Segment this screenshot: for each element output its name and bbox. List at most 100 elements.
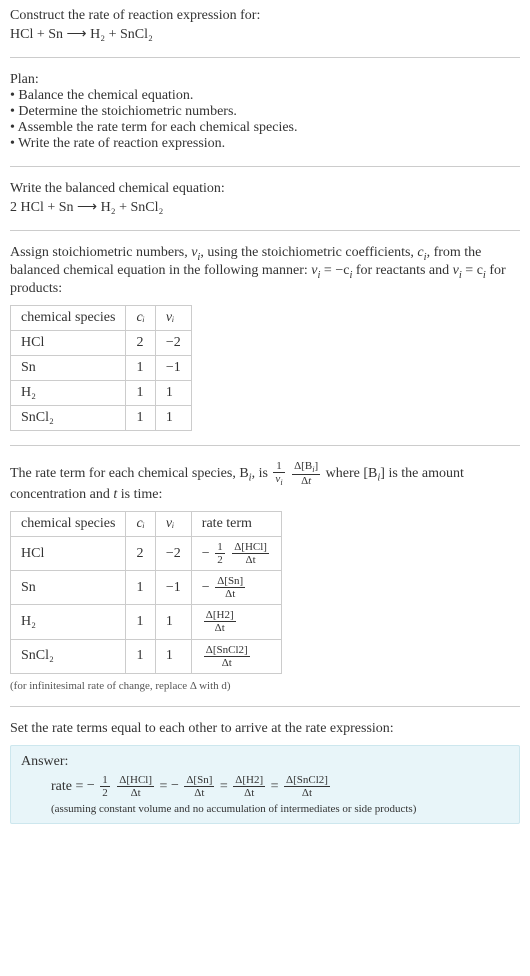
frac-num: Δ[Sn] [215, 575, 245, 587]
col-c-label: cᵢ [136, 516, 144, 531]
frac-den: Δt [184, 786, 214, 799]
rateterm-text: , is [252, 465, 272, 480]
nu-cell: 1 [155, 380, 191, 405]
intro-equation: HCl + Sn ⟶ H₂ + SnCl₂ [10, 26, 520, 43]
col-nu-label: νᵢ [166, 516, 174, 531]
neg-sign: − [202, 580, 210, 596]
plan-heading: Plan: [10, 72, 520, 88]
plan-bullet: • Assemble the rate term for each chemic… [10, 120, 520, 136]
frac-num: Δ[Bi] [292, 460, 320, 474]
col-nu: νᵢ [155, 305, 191, 330]
answer-rate-expression: rate = − 12 Δ[HCl]Δt = − Δ[Sn]Δt = Δ[H2]… [51, 774, 509, 799]
answer-heading: Answer: [21, 754, 509, 770]
nu-cell: −2 [155, 536, 191, 570]
species-cell: HCl [11, 330, 126, 355]
answer-note: (assuming constant volume and no accumul… [51, 803, 509, 815]
rate-label: rate = [51, 779, 87, 794]
rate-term-table: chemical species cᵢ νᵢ rate term HCl 2 −… [10, 511, 282, 674]
one-over-nu-fraction: 1νi [273, 460, 284, 487]
equals: = [271, 779, 282, 794]
nu-cell: −1 [155, 571, 191, 605]
divider [10, 706, 520, 707]
col-rate: rate term [191, 511, 281, 536]
species-cell: SnCl₂ [11, 639, 126, 673]
col-c: cᵢ [126, 305, 155, 330]
neg-sign: − [202, 546, 210, 562]
table-header-row: chemical species cᵢ νᵢ rate term [11, 511, 282, 536]
table-row: HCl 2 −2 − 12 Δ[HCl]Δt [11, 536, 282, 570]
divider [10, 57, 520, 58]
table-row: SnCl₂ 1 1 Δ[SnCl2]Δt [11, 639, 282, 673]
species-cell: SnCl₂ [11, 405, 126, 430]
delta-fraction: Δ[HCl]Δt [232, 541, 269, 566]
frac-num: Δ[HCl] [232, 541, 269, 553]
delta-sncl2-fraction: Δ[SnCl2]Δt [284, 774, 330, 799]
equals: = [220, 779, 231, 794]
rate-cell: Δ[H2]Δt [191, 605, 281, 639]
c-cell: 1 [126, 355, 155, 380]
assign-text: for reactants and [352, 263, 452, 278]
divider [10, 166, 520, 167]
frac-den: Δt [284, 786, 330, 799]
frac-den: Δt [233, 786, 265, 799]
plan-bullet: • Balance the chemical equation. [10, 88, 520, 104]
table-row: SnCl₂ 1 1 [11, 405, 192, 430]
rate-cell: − Δ[Sn]Δt [191, 571, 281, 605]
coef-fraction: 12 [215, 541, 225, 566]
frac-den: Δt [117, 786, 154, 799]
frac-den: νi [273, 472, 284, 487]
table-header-row: chemical species cᵢ νᵢ [11, 305, 192, 330]
answer-box: Answer: rate = − 12 Δ[HCl]Δt = − Δ[Sn]Δt… [10, 745, 520, 824]
rate-footnote: (for infinitesimal rate of change, repla… [10, 680, 520, 692]
frac-num: 1 [100, 774, 110, 786]
assign-text: , using the stoichiometric coefficients, [200, 245, 417, 260]
frac-den: 2 [100, 786, 110, 799]
frac-num: Δ[H2] [233, 774, 265, 786]
nu-cell: 1 [155, 405, 191, 430]
c-cell: 1 [126, 605, 155, 639]
balanced-line: Write the balanced chemical equation: [10, 181, 520, 197]
frac-den: Δt [215, 587, 245, 600]
c-cell: 1 [126, 639, 155, 673]
table-row: HCl 2 −2 [11, 330, 192, 355]
nu-cell: −1 [155, 355, 191, 380]
neg-sign: − [171, 778, 179, 794]
table-row: Sn 1 −1 [11, 355, 192, 380]
intro-section: Construct the rate of reaction expressio… [10, 8, 520, 43]
col-c: cᵢ [126, 511, 155, 536]
species-cell: H₂ [11, 380, 126, 405]
frac-num: Δ[SnCl2] [284, 774, 330, 786]
delta-fraction: Δ[Sn]Δt [215, 575, 245, 600]
species-cell: HCl [11, 536, 126, 570]
neg-sign: − [87, 778, 95, 794]
c-cell: 1 [126, 571, 155, 605]
frac-num: Δ[Sn] [184, 774, 214, 786]
frac-den: 2 [215, 553, 225, 566]
species-cell: Sn [11, 571, 126, 605]
rate-cell: Δ[SnCl2]Δt [191, 639, 281, 673]
nu-cell: −2 [155, 330, 191, 355]
intro-line: Construct the rate of reaction expressio… [10, 8, 520, 24]
delta-fraction: Δ[SnCl2]Δt [204, 644, 250, 669]
rateterm-section: The rate term for each chemical species,… [10, 460, 520, 503]
species-cell: Sn [11, 355, 126, 380]
frac-num: Δ[HCl] [117, 774, 154, 786]
frac-num: 1 [273, 460, 284, 472]
frac-den: Δt [204, 656, 250, 669]
balanced-equation: 2 HCl + Sn ⟶ H₂ + SnCl₂ [10, 199, 520, 216]
frac-den: Δt [232, 553, 269, 566]
nu-cell: 1 [155, 605, 191, 639]
species-cell: H₂ [11, 605, 126, 639]
half-fraction: 12 [100, 774, 110, 799]
equals: = [160, 779, 171, 794]
col-species: chemical species [11, 511, 126, 536]
frac-den: Δt [204, 621, 236, 634]
plan-section: Plan: • Balance the chemical equation. •… [10, 72, 520, 152]
rate-cell: − 12 Δ[HCl]Δt [191, 536, 281, 570]
final-line: Set the rate terms equal to each other t… [10, 721, 520, 737]
assign-text: Assign stoichiometric numbers, [10, 245, 191, 260]
plan-bullet: • Determine the stoichiometric numbers. [10, 104, 520, 120]
rateterm-text: The rate term for each chemical species,… [10, 465, 249, 480]
c-cell: 1 [126, 405, 155, 430]
divider [10, 230, 520, 231]
